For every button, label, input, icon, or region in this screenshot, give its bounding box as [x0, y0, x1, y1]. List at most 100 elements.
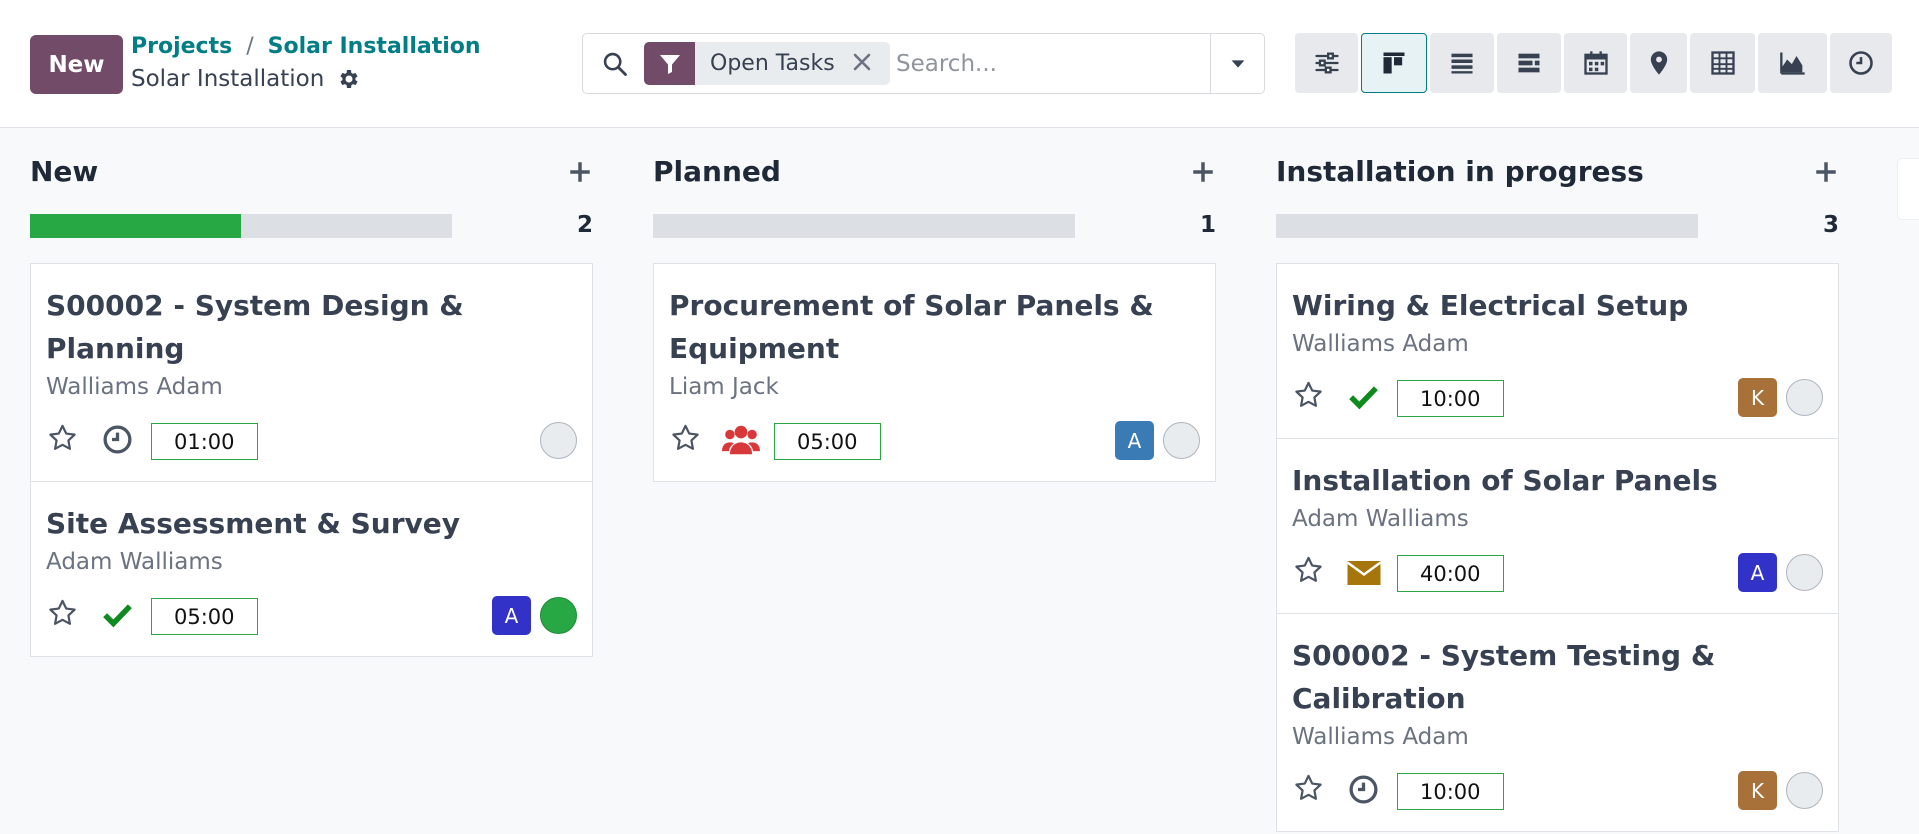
task-card[interactable]: Procurement of Solar Panels & Equipment …: [654, 264, 1215, 481]
task-card[interactable]: Wiring & Electrical Setup Walliams Adam …: [1277, 264, 1838, 439]
kanban-state-indicator[interactable]: [1786, 554, 1823, 591]
card-footer: 10:00 K: [1277, 753, 1838, 831]
search-bar: Open Tasks: [582, 33, 1265, 94]
clock-icon[interactable]: [101, 423, 134, 456]
task-title: Wiring & Electrical Setup: [1292, 289, 1689, 322]
column-title: Planned: [653, 155, 781, 188]
gear-icon[interactable]: [336, 67, 360, 91]
breadcrumb-projects[interactable]: Projects: [131, 34, 232, 59]
task-title: S00002 - System Testing & Calibration: [1292, 639, 1716, 715]
column-progress-bar[interactable]: [1276, 214, 1698, 238]
search-icon[interactable]: [601, 50, 629, 78]
star-icon[interactable]: [1292, 379, 1325, 412]
area-chart-icon: [1779, 52, 1805, 75]
task-card[interactable]: Site Assessment & Survey Adam Walliams 0…: [31, 482, 592, 656]
breadcrumb-solar-installation[interactable]: Solar Installation: [268, 34, 481, 59]
star-icon[interactable]: [1292, 772, 1325, 805]
task-card[interactable]: S00002 - System Design & Planning Wallia…: [31, 264, 592, 482]
star-icon[interactable]: [46, 597, 79, 630]
calendar-icon: [1583, 51, 1608, 75]
card-footer: 01:00: [31, 403, 592, 481]
allocated-hours[interactable]: 05:00: [774, 423, 881, 460]
avatar[interactable]: K: [1738, 771, 1777, 810]
gantt-icon: [1518, 53, 1540, 73]
avatar[interactable]: A: [1738, 553, 1777, 592]
avatar[interactable]: A: [1115, 421, 1154, 460]
star-icon[interactable]: [1292, 554, 1325, 587]
task-title: Installation of Solar Panels: [1292, 464, 1718, 497]
column-title: Installation in progress: [1276, 155, 1644, 188]
plus-icon[interactable]: [1813, 159, 1839, 185]
allocated-hours[interactable]: 05:00: [151, 598, 258, 635]
avatar[interactable]: A: [492, 596, 531, 635]
column-progress-bar[interactable]: [653, 214, 1075, 238]
column-title: New: [30, 155, 99, 188]
kanban-state-indicator[interactable]: [1163, 422, 1200, 459]
view-settings-button[interactable]: [1295, 33, 1358, 93]
search-options-toggle[interactable]: [1210, 34, 1264, 93]
allocated-hours[interactable]: 01:00: [151, 423, 258, 460]
clock-icon[interactable]: [1347, 773, 1380, 806]
sliders-icon: [1314, 52, 1339, 74]
plus-icon[interactable]: [1190, 159, 1216, 185]
card-footer: 05:00 A: [654, 403, 1215, 481]
view-activity-button[interactable]: [1830, 33, 1892, 93]
view-graph-button[interactable]: [1758, 33, 1827, 93]
view-switcher: [1295, 33, 1892, 93]
plus-icon[interactable]: [567, 159, 593, 185]
task-card[interactable]: S00002 - System Testing & Calibration Wa…: [1277, 614, 1838, 831]
filter-icon: [644, 42, 695, 85]
map-pin-icon: [1650, 51, 1667, 75]
column-count: 2: [576, 212, 593, 238]
task-assignee: Adam Walliams: [46, 549, 223, 575]
task-title: Site Assessment & Survey: [46, 507, 461, 540]
close-icon[interactable]: [850, 50, 874, 74]
breadcrumb-separator: /: [246, 34, 254, 59]
column-progress-bar[interactable]: [30, 214, 452, 238]
envelope-icon[interactable]: [1346, 555, 1382, 591]
task-title: S00002 - System Design & Planning: [46, 289, 464, 365]
allocated-hours[interactable]: 10:00: [1397, 380, 1504, 417]
kanban-state-indicator[interactable]: [540, 422, 577, 459]
task-title: Procurement of Solar Panels & Equipment: [669, 289, 1154, 365]
kanban-state-indicator[interactable]: [1786, 379, 1823, 416]
filter-facet: Open Tasks: [644, 42, 890, 85]
page-title: Solar Installation: [131, 66, 325, 92]
allocated-hours[interactable]: 10:00: [1397, 773, 1504, 810]
column-count: 3: [1822, 212, 1839, 238]
card-footer: 40:00 A: [1277, 535, 1838, 613]
view-list-button[interactable]: [1430, 33, 1494, 93]
filter-facet-label: Open Tasks: [710, 51, 835, 76]
task-assignee: Liam Jack: [669, 374, 779, 400]
column-count: 1: [1199, 212, 1216, 238]
caret-down-icon: [1231, 59, 1244, 68]
view-gantt-button[interactable]: [1497, 33, 1561, 93]
avatar[interactable]: K: [1738, 378, 1777, 417]
view-pivot-button[interactable]: [1690, 33, 1755, 93]
view-kanban-button[interactable]: [1361, 33, 1427, 93]
task-assignee: Walliams Adam: [46, 374, 223, 400]
search-input[interactable]: [896, 44, 1206, 84]
clock-icon: [1849, 51, 1873, 75]
progress-fill: [30, 214, 241, 238]
users-icon[interactable]: [722, 421, 760, 459]
view-map-button[interactable]: [1630, 33, 1687, 93]
card-footer: 10:00 K: [1277, 360, 1838, 438]
check-icon[interactable]: [1347, 380, 1380, 413]
card-list: Procurement of Solar Panels & Equipment …: [653, 263, 1216, 482]
allocated-hours[interactable]: 40:00: [1397, 555, 1504, 592]
star-icon[interactable]: [46, 422, 79, 455]
check-icon[interactable]: [101, 598, 134, 631]
task-card[interactable]: Installation of Solar Panels Adam Wallia…: [1277, 439, 1838, 614]
next-column-edge[interactable]: [1897, 158, 1919, 220]
table-icon: [1710, 51, 1735, 75]
new-button[interactable]: New: [30, 35, 123, 94]
list-icon: [1451, 53, 1473, 74]
kanban-state-indicator[interactable]: [1786, 772, 1823, 809]
task-assignee: Adam Walliams: [1292, 506, 1469, 532]
kanban-icon: [1383, 52, 1405, 74]
view-calendar-button[interactable]: [1564, 33, 1627, 93]
kanban-state-indicator[interactable]: [540, 597, 577, 634]
task-assignee: Walliams Adam: [1292, 724, 1469, 750]
star-icon[interactable]: [669, 422, 702, 455]
